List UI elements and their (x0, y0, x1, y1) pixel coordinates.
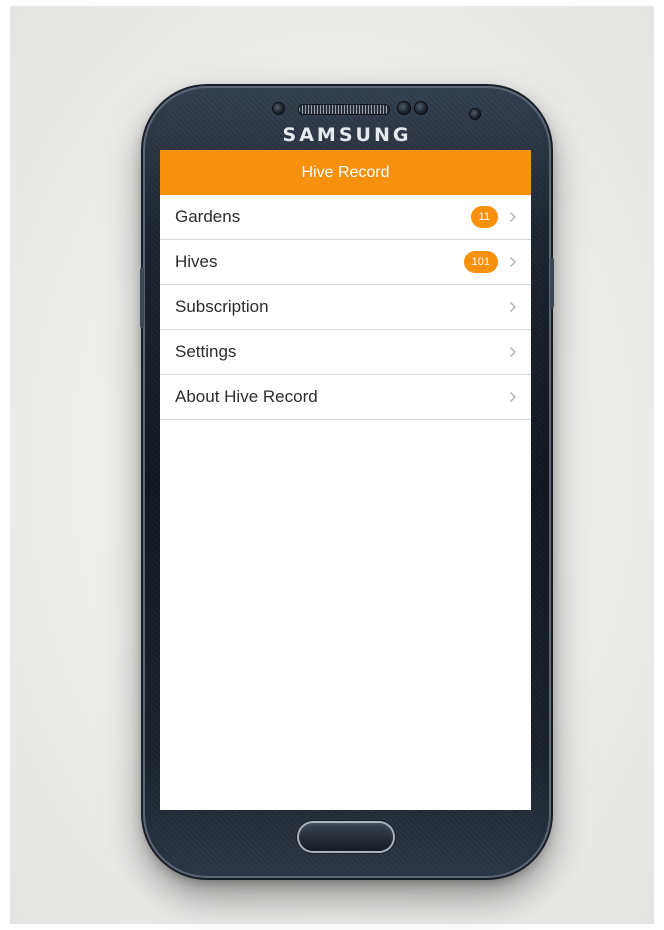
phone-frame: SAMSUNG Hive Record Gardens 11 Hives 101 (140, 88, 554, 876)
chevron-right-icon (509, 346, 517, 358)
light-sensor-icon (398, 102, 410, 114)
app-header: Hive Record (160, 150, 531, 195)
menu-item-label: About Hive Record (175, 387, 318, 406)
main-menu: Gardens 11 Hives 101 Subscription Settin… (160, 195, 531, 420)
count-badge: 11 (470, 206, 498, 228)
menu-item-settings[interactable]: Settings (160, 330, 531, 375)
proximity-sensor-icon (273, 103, 284, 114)
app-screen: Hive Record Gardens 11 Hives 101 Subscri… (160, 150, 531, 810)
chevron-right-icon (509, 391, 517, 403)
light-sensor-icon (415, 102, 427, 114)
volume-button (140, 268, 144, 328)
device-brand-logo: SAMSUNG (282, 124, 412, 146)
page-title: Hive Record (301, 163, 390, 181)
menu-item-label: Settings (175, 342, 237, 361)
count-badge: 101 (463, 251, 498, 273)
power-button (550, 258, 554, 308)
menu-item-gardens[interactable]: Gardens 11 (160, 195, 531, 240)
menu-item-about[interactable]: About Hive Record (160, 375, 531, 420)
menu-item-label: Subscription (175, 297, 269, 316)
home-button[interactable] (299, 823, 393, 851)
menu-item-label: Hives (175, 252, 218, 271)
front-camera-icon (470, 109, 480, 119)
menu-item-hives[interactable]: Hives 101 (160, 240, 531, 285)
earpiece-speaker (299, 105, 389, 114)
menu-item-subscription[interactable]: Subscription (160, 285, 531, 330)
menu-item-label: Gardens (175, 207, 241, 226)
chevron-right-icon (509, 256, 517, 268)
chevron-right-icon (509, 301, 517, 313)
chevron-right-icon (509, 211, 517, 223)
